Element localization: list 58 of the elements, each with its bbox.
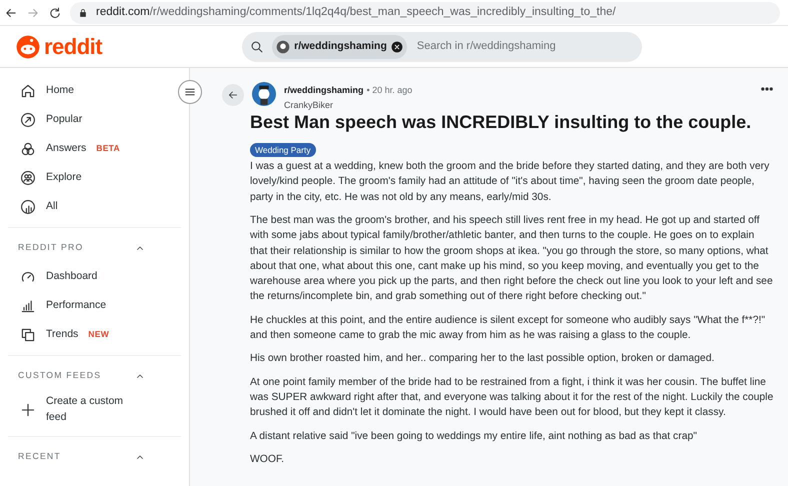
plus-icon (20, 402, 36, 418)
author-name[interactable]: CrankyBiker (284, 98, 752, 112)
badge-label: BETA (96, 142, 120, 155)
item-label: Dashboard (46, 268, 98, 284)
item-label: Performance (46, 298, 106, 313)
alien-logo-icon[interactable] (16, 34, 40, 58)
url-text: reddit.com/r/weddingshaming/comments/1lq2q4q/best_man_speech_was_incredibly_insulting_to_the/ (96, 4, 616, 20)
answers-icon (20, 140, 36, 156)
sidebar-item[interactable]: Create a custom feed (0, 390, 189, 430)
popular-icon (20, 112, 36, 128)
post-title: Best Man speech was INCREDIBLY insulting to the couple. (250, 112, 752, 134)
post-paragraph: He chuckles at this point, and the entire audience is silent except for someone who audibly says "What the f**?!" and then someone came to grab the mic away from him as he was raising a glass to the couple. (250, 314, 766, 344)
reload-icon[interactable] (48, 6, 62, 20)
post-paragraph: The best man was the groom's brother, and his speech still lives rent free in my head. He got up and started off with some jabs about typical family/brother/athletic banter, and then turns to the couple. He goes on to explain that their relationship is similar to how the groom shops at ikea. "you go through the store, so many options, what about that one, what about this one, cant make up his mind, so you keep moving, and eventually you get to the warehouse area where you pick up the parts, and then right before the check out line you look to your left and see the returns/incomplete bin, and grab something out of there right before checking out." (250, 214, 774, 304)
item-label: All (46, 198, 58, 214)
trends-icon (20, 326, 36, 342)
post-paragraph: His own brother roasted him, and her.. comparing her to the last possible option, broken or damaged. (250, 352, 716, 366)
subreddit-chip[interactable]: r/weddingshaming (272, 34, 407, 58)
sidebar-item[interactable]: Performance (0, 291, 189, 320)
item-label: Trends (46, 326, 78, 342)
chip-label: r/weddingshaming (294, 38, 387, 54)
all-icon (20, 198, 36, 214)
section-title: REDDIT PRO (18, 241, 84, 254)
sidebar-item[interactable]: Explore (0, 163, 189, 192)
badge-label: NEW (88, 328, 110, 341)
sidebar-item[interactable]: All (0, 192, 189, 221)
menu-button[interactable] (178, 80, 202, 104)
explore-icon (20, 170, 36, 186)
back-button[interactable] (222, 84, 244, 106)
performance-icon (20, 298, 36, 314)
avatar-icon (276, 40, 290, 54)
home-icon (20, 82, 36, 98)
sidebar-item[interactable]: Home (0, 76, 189, 105)
flair-tag[interactable]: Wedding Party (250, 142, 316, 158)
sidebar-item[interactable]: Dashboard (0, 262, 189, 291)
item-label: Explore (46, 170, 82, 185)
close-icon[interactable] (390, 40, 403, 52)
item-label: Answers (46, 140, 86, 156)
lock-icon (78, 8, 88, 18)
item-label: Home (46, 82, 74, 98)
item-label: Popular (46, 112, 82, 127)
address-bar[interactable]: reddit.com/r/weddingshaming/comments/1lq2q4q/best_man_speech_was_incredibly_insulting_to_the/ (70, 2, 780, 24)
section-title: RECENT (18, 450, 61, 464)
post-paragraph: I was a guest at a wedding, knew both the groom and the bride before they started dating, and they are both very lovely/kind people. The groom's family had an attitude of "it's about time", having seen the groom date people, party in the city, etc. He was not old by any means, early/mid 30s. (250, 160, 770, 205)
item-label: Create a custom feed (46, 394, 124, 425)
sidebar-item[interactable]: Answers BETA (0, 134, 189, 163)
search-field[interactable]: r/weddingshaming Search in r/weddingshaming (242, 32, 642, 62)
post-paragraph: WOOF. (250, 452, 286, 467)
post-paragraph: At one point family member of the bride had to be restrained from a fight, i think it was her cousin. The buffet line was SUPER awkward right after that, and everyone was talking about it for the rest of the night. Luckily the couple brushed it off and didn't let it dominate the night. I would have been out for blood, but they kept it classy. (250, 376, 774, 420)
post-age: • 20 hr. ago (366, 85, 412, 95)
sidebar-item[interactable]: Trends NEW (0, 320, 189, 349)
back-arrow-icon (227, 89, 239, 101)
subreddit-link[interactable]: r/weddingshaming (284, 85, 364, 95)
avatar-icon[interactable] (252, 82, 276, 106)
section-title: CUSTOM FEEDS (18, 369, 102, 382)
sidebar-item[interactable]: Popular (0, 105, 189, 134)
search-icon (250, 40, 264, 54)
post-paragraph: A distant relative said "ive been going to weddings my entire life, aint nothing as bad as that crap" (250, 430, 698, 444)
